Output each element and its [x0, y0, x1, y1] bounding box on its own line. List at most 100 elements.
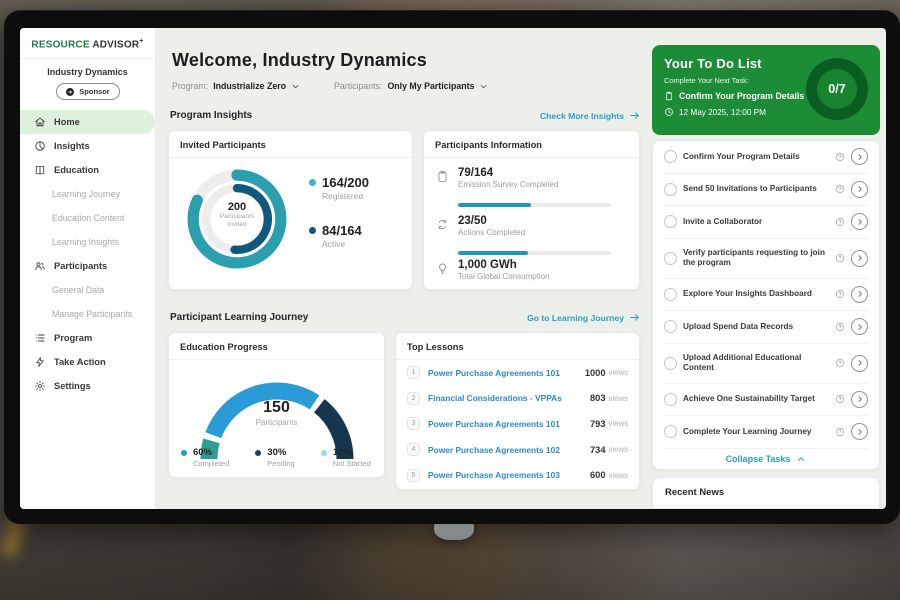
stat-label: Total Global Consumption	[458, 272, 550, 281]
lesson-views: 734	[590, 445, 606, 455]
lesson-views-word: views	[609, 368, 629, 377]
lesson-row: 2 Financial Considerations - VPPAs 803 v…	[396, 386, 639, 412]
sidebar-item-education-content[interactable]: Education Content	[20, 206, 155, 230]
task-label: Explore Your Insights Dashboard	[683, 289, 829, 299]
help-icon[interactable]	[835, 427, 845, 437]
task-label: Achieve One Sustainability Target	[683, 394, 829, 404]
task-next-button[interactable]	[851, 213, 868, 230]
sponsor-badge[interactable]: Sponsor	[56, 83, 120, 100]
task-next-button[interactable]	[851, 148, 868, 165]
task-row: Send 50 Invitations to Participants	[664, 174, 868, 207]
lesson-rank-badge: 4	[407, 443, 420, 456]
task-next-button[interactable]	[851, 318, 868, 335]
task-checkbox[interactable]	[664, 252, 677, 265]
help-icon[interactable]	[835, 184, 845, 194]
recent-news-title: Recent News	[653, 478, 879, 506]
lesson-link[interactable]: Power Purchase Agreements 102	[428, 445, 590, 455]
legend-label: Completed	[193, 459, 229, 468]
task-checkbox[interactable]	[664, 320, 677, 333]
lesson-row: 5 Power Purchase Agreements 103 600 view…	[396, 462, 639, 488]
sidebar-item-label: Education Content	[52, 213, 124, 223]
task-row: Invite a Collaborator	[664, 206, 868, 239]
emission-progress-bar	[458, 203, 610, 207]
sidebar-item-manage-participants[interactable]: Manage Participants	[20, 302, 155, 326]
sidebar-item-learning-insights[interactable]: Learning Insights	[20, 230, 155, 254]
education-progress-card: Education Progress 150 Participants 60% …	[168, 332, 385, 478]
learning-journey-heading: Participant Learning Journey	[170, 312, 308, 323]
sidebar-item-learning-journey[interactable]: Learning Journey	[20, 182, 155, 206]
book-icon	[34, 164, 46, 176]
task-next-button[interactable]	[851, 391, 868, 408]
legend-label: Not Started	[333, 459, 371, 468]
sidebar-item-take-action[interactable]: Take Action	[20, 350, 155, 374]
sidebar-item-label: Take Action	[54, 357, 106, 367]
task-label: Verify participants requesting to join t…	[683, 248, 829, 268]
help-icon[interactable]	[835, 253, 845, 263]
task-checkbox[interactable]	[664, 357, 677, 370]
lesson-link[interactable]: Financial Considerations - VPPAs	[428, 393, 590, 403]
help-icon[interactable]	[835, 358, 845, 368]
sidebar-item-program[interactable]: Program	[20, 326, 155, 350]
lesson-views-word: views	[609, 419, 629, 428]
gauge-legend: 60% Completed 30% Pending 10%	[181, 447, 371, 468]
help-icon[interactable]	[835, 322, 845, 332]
logo-word-advisor: ADVISOR	[92, 39, 139, 50]
chevron-right-icon	[856, 254, 864, 262]
sidebar-item-settings[interactable]: Settings	[20, 374, 155, 398]
sidebar-item-participants[interactable]: Participants	[20, 254, 155, 278]
lesson-views: 1000	[585, 368, 606, 378]
lesson-link[interactable]: Power Purchase Agreements 101	[428, 419, 590, 429]
task-next-button[interactable]	[851, 286, 868, 303]
help-icon[interactable]	[835, 289, 845, 299]
sidebar-item-general-data[interactable]: General Data	[20, 278, 155, 302]
main-content: Welcome, Industry Dynamics Program: Indu…	[168, 28, 648, 509]
chevron-right-icon	[856, 428, 864, 436]
task-checkbox[interactable]	[664, 425, 677, 438]
stat-value: 23/50	[458, 215, 525, 227]
task-checkbox[interactable]	[664, 150, 677, 163]
sidebar-item-home[interactable]: Home	[20, 110, 155, 134]
lesson-link[interactable]: Power Purchase Agreements 103	[428, 470, 590, 480]
help-icon[interactable]	[835, 394, 845, 404]
task-next-button[interactable]	[851, 181, 868, 198]
task-checkbox[interactable]	[664, 183, 677, 196]
desk-scene: { "colors": { "brand_green": "#1f7a4d", …	[0, 0, 900, 600]
participants-filter-dropdown[interactable]: Participants: Only My Participants	[334, 81, 488, 91]
invited-donut-chart	[181, 163, 293, 275]
sidebar-item-insights[interactable]: Insights	[20, 134, 155, 158]
task-checkbox[interactable]	[664, 288, 677, 301]
lesson-link[interactable]: Power Purchase Agreements 101	[428, 368, 585, 378]
check-more-insights-link[interactable]: Check More Insights	[540, 110, 640, 121]
chevron-down-icon	[291, 82, 300, 91]
task-checkbox[interactable]	[664, 393, 677, 406]
task-label: Confirm Your Program Details	[683, 152, 829, 162]
chevron-right-icon	[856, 323, 864, 331]
stat-label: Actions Completed	[458, 228, 525, 237]
sidebar-item-label: Home	[54, 117, 80, 127]
collapse-label: Collapse Tasks	[726, 454, 791, 464]
card-title: Invited Participants	[169, 131, 412, 158]
task-next-button[interactable]	[851, 250, 868, 267]
task-checkbox[interactable]	[664, 215, 677, 228]
todo-header-card: Your To Do List Complete Your Next Task:…	[652, 45, 880, 135]
help-icon[interactable]	[835, 152, 845, 162]
collapse-tasks-link[interactable]: Collapse Tasks	[664, 449, 868, 470]
lesson-rank-badge: 3	[407, 417, 420, 430]
lesson-rank-badge: 2	[407, 392, 420, 405]
page-title: Welcome, Industry Dynamics	[172, 50, 427, 71]
progress-fill	[458, 203, 531, 207]
recent-news-card: Recent News	[652, 477, 880, 509]
sidebar-item-label: Insights	[54, 141, 90, 151]
task-row: Confirm Your Program Details	[664, 141, 868, 174]
clipboard-icon	[436, 170, 449, 183]
go-to-learning-journey-link[interactable]: Go to Learning Journey	[527, 312, 640, 323]
help-icon[interactable]	[835, 217, 845, 227]
task-row: Achieve One Sustainability Target	[664, 384, 868, 417]
list-icon	[34, 332, 46, 344]
filters-row: Program: Industrialize Zero Participants…	[172, 81, 488, 91]
task-next-button[interactable]	[851, 355, 868, 372]
sidebar-item-education[interactable]: Education	[20, 158, 155, 182]
program-filter-dropdown[interactable]: Program: Industrialize Zero	[172, 81, 300, 91]
sidebar-item-label: Education	[54, 165, 99, 175]
task-next-button[interactable]	[851, 423, 868, 440]
